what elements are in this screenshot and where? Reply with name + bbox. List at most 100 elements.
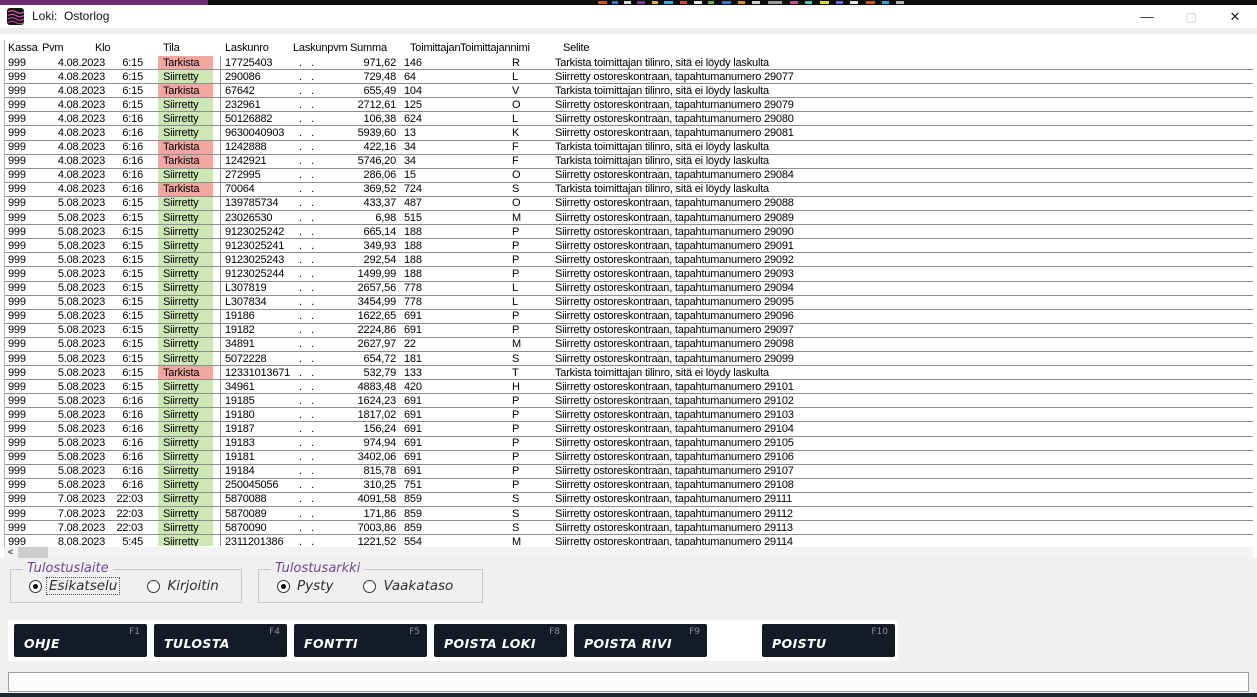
table-row[interactable]: 9995.08.20236:16Siirretty19181. .3402,06… [5,451,1253,465]
close-button-icon[interactable]: ✕ [1213,5,1257,28]
cell-toim: 859 [404,493,446,505]
table-row[interactable]: 9995.08.20236:15Siirretty9123025241. .34… [5,239,1253,253]
table-row[interactable]: 9995.08.20236:15Siirretty9123025244. .14… [5,267,1253,281]
maximize-button-icon[interactable]: ▢ [1169,5,1213,28]
table-row[interactable]: 9995.08.20236:15Siirretty9123025243. .29… [5,253,1253,267]
cell-selite: Tarkista toimittajan tilinro, sitä ei lö… [549,141,1253,153]
table-row[interactable]: 9995.08.20236:16Siirretty19185. .1624,23… [5,394,1253,408]
minimize-button-icon[interactable]: — [1125,5,1169,28]
table-row[interactable]: 9995.08.20236:15SiirrettyL307834. .3454,… [5,296,1253,310]
table-row[interactable]: 9995.08.20236:16Siirretty19187. .156,246… [5,422,1253,436]
table-row[interactable]: 9994.08.20236:16Tarkista1242921. .5746,2… [5,155,1253,169]
cell-klo: 6:16 [105,155,143,167]
table-row[interactable]: 9995.08.20236:15Siirretty34961. .4883,48… [5,380,1253,394]
table-row[interactable]: 9995.08.20236:15Siirretty9123025242. .66… [5,225,1253,239]
cell-nimi: L [446,71,549,83]
table-row[interactable]: 9994.08.20236:16Tarkista1242888. .422,16… [5,141,1253,155]
cell-laskunro: 290086 [225,71,291,83]
table-row[interactable]: 9994.08.20236:15Tarkista17725403. .971,6… [5,56,1253,70]
cell-selite: Siirretty ostoreskontraan, tapahtumanume… [549,71,1253,83]
table-row[interactable]: 9994.08.20236:16Siirretty50126882. .106,… [5,112,1253,126]
cell-laskunro: 19182 [225,324,291,336]
cell-nimi: P [446,423,549,435]
cell-kassa: 999 [5,324,43,336]
cell-laskunpvm: . . [291,155,343,167]
scroll-left-icon[interactable]: < [4,547,17,558]
radio-option-pysty[interactable]: Pysty [277,578,335,594]
cell-laskunro: 5072228 [225,353,291,365]
cell-nimi: F [446,141,549,153]
cell-selite: Siirretty ostoreskontraan, tapahtumanume… [549,479,1253,491]
poistu-button[interactable]: POISTUF10 [762,624,895,657]
table-row[interactable]: 9997.08.202322:03Siirretty5870088. .4091… [5,493,1253,507]
cell-summa: 422,16 [343,141,396,153]
table-row[interactable]: 9994.08.20236:15Siirretty232961. .2712,6… [5,98,1253,112]
cell-pvm: 5.08.2023 [43,409,105,421]
cell-toim: 778 [404,296,446,308]
fontti-button[interactable]: FONTTIF5 [294,624,427,657]
cell-laskunpvm: . . [291,465,343,477]
cell-klo: 6:15 [105,197,143,209]
radio-button-icon[interactable] [277,580,290,593]
cell-laskunro: 50126882 [225,113,291,125]
cell-klo: 6:16 [105,423,143,435]
table-row[interactable]: 9994.08.20236:16Tarkista70064. .369,5272… [5,183,1253,197]
poista-rivi-button[interactable]: POISTA RIVIF9 [574,624,707,657]
table-row[interactable]: 9995.08.20236:15Siirretty5072228. .654,7… [5,352,1253,366]
cell-selite: Siirretty ostoreskontraan, tapahtumanume… [549,240,1253,252]
radio-button-icon[interactable] [29,580,42,593]
status-badge: Siirretty [158,380,213,393]
cell-klo: 6:15 [105,310,143,322]
radio-button-icon[interactable] [363,580,376,593]
cell-laskunpvm: . . [291,57,343,69]
cell-selite: Siirretty ostoreskontraan, tapahtumanume… [549,324,1253,336]
table-row[interactable]: 9995.08.20236:16Siirretty250045056. .310… [5,479,1253,493]
cell-kassa: 999 [5,423,43,435]
table-row[interactable]: 9995.08.20236:16Siirretty19184. .815,786… [5,465,1253,479]
table-row[interactable]: 9998.08.20235:45Siirretty2311201386. .12… [5,535,1253,546]
cell-summa: 532,79 [343,367,396,379]
table-row[interactable]: 9994.08.20236:16Siirretty9630040903. .59… [5,126,1253,140]
table-row[interactable]: 9995.08.20236:15Tarkista12331013671. .53… [5,366,1253,380]
table-header-row: Kassa Pvm Klo Tila Laskunro Laskunpvm Su… [5,42,1253,56]
table-row[interactable]: 9995.08.20236:16Siirretty19183. .974,946… [5,437,1253,451]
radio-option-kirjoitin[interactable]: Kirjoitin [147,578,221,594]
status-badge: Siirretty [158,479,213,492]
tulosta-button[interactable]: TULOSTAF4 [154,624,287,657]
table-row[interactable]: 9995.08.20236:16Siirretty19180. .1817,02… [5,408,1253,422]
table-row[interactable]: 9995.08.20236:15Siirretty19186. .1622,65… [5,310,1253,324]
cell-nimi: L [446,296,549,308]
status-badge: Siirretty [158,197,213,210]
table-row[interactable]: 9997.08.202322:03Siirretty5870089. .171,… [5,507,1253,521]
cell-summa: 5939,60 [343,127,396,139]
column-header-toimittajan: Toimittajan [410,42,460,54]
cell-selite: Siirretty ostoreskontraan, tapahtumanume… [549,212,1253,224]
cell-summa: 815,78 [343,465,396,477]
poista-loki-button[interactable]: POISTA LOKIF8 [434,624,567,657]
cell-laskunpvm: . . [291,296,343,308]
cell-kassa: 999 [5,522,43,534]
scrollbar-thumb[interactable] [18,547,48,558]
table-row[interactable]: 9995.08.20236:15Siirretty34891. .2627,97… [5,338,1253,352]
table-row[interactable]: 9997.08.202322:03Siirretty5870090. .7003… [5,521,1253,535]
table-row[interactable]: 9995.08.20236:15Siirretty23026530. .6,98… [5,211,1253,225]
table-row[interactable]: 9994.08.20236:15Siirretty290086. .729,48… [5,70,1253,84]
radio-option-esikatselu[interactable]: Esikatselu [29,578,119,594]
table-row[interactable]: 9994.08.20236:16Siirretty272995. .286,06… [5,169,1253,183]
cell-laskunro: 67642 [225,85,291,97]
cell-selite: Siirretty ostoreskontraan, tapahtumanume… [549,310,1253,322]
table-row[interactable]: 9994.08.20236:15Tarkista67642. .655,4910… [5,84,1253,98]
horizontal-scrollbar[interactable]: < [4,547,1253,558]
cell-toim: 624 [404,113,446,125]
table-row[interactable]: 9995.08.20236:15Siirretty139785734. .433… [5,197,1253,211]
table-row[interactable]: 9995.08.20236:15SiirrettyL307819. .2657,… [5,282,1253,296]
cell-pvm: 5.08.2023 [43,296,105,308]
ohje-button[interactable]: OHJEF1 [14,624,147,657]
cell-klo: 6:16 [105,409,143,421]
cell-selite: Siirretty ostoreskontraan, tapahtumanume… [549,508,1253,520]
radio-button-icon[interactable] [147,580,160,593]
cell-laskunro: 12331013671 [225,367,291,379]
radio-option-vaakataso[interactable]: Vaakataso [363,578,455,594]
cell-toim: 691 [404,310,446,322]
table-row[interactable]: 9995.08.20236:15Siirretty19182. .2224,86… [5,324,1253,338]
